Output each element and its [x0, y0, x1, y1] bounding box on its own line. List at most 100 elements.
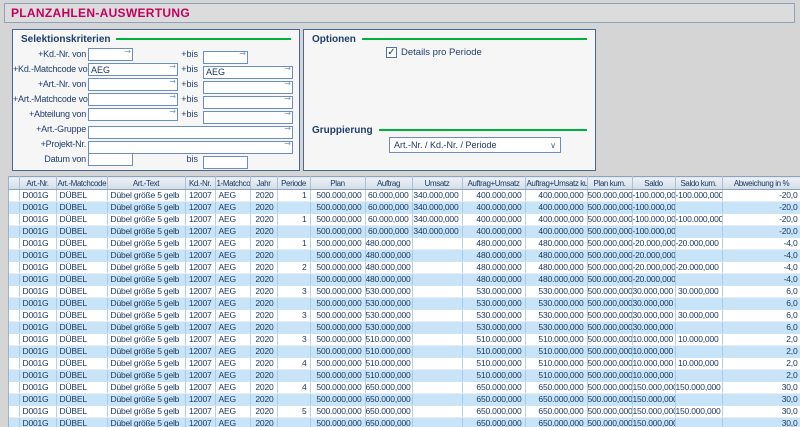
table-cell[interactable]: 650.000,000	[365, 382, 412, 394]
table-cell[interactable]	[412, 394, 462, 406]
table-cell[interactable]: 500.000,000	[587, 202, 632, 214]
table-cell[interactable]: DÜBEL	[56, 226, 107, 238]
table-cell[interactable]: Dübel größe 5 gelb	[107, 226, 185, 238]
table-cell[interactable]: 510.000,000	[525, 358, 587, 370]
table-cell[interactable]: -20.000,000	[632, 250, 675, 262]
table-cell[interactable]	[675, 346, 722, 358]
table-cell[interactable]: -100.000,000	[632, 202, 675, 214]
table-cell[interactable]: 2020	[250, 334, 277, 346]
table-cell[interactable]: AEG	[215, 334, 250, 346]
table-cell[interactable]: -4,0	[722, 274, 800, 286]
table-cell[interactable]: 3	[277, 286, 310, 298]
table-cell[interactable]: 60.000,000	[365, 214, 412, 226]
table-cell[interactable]	[277, 202, 310, 214]
table-cell[interactable]: 500.000,000	[587, 310, 632, 322]
table-cell[interactable]: 500.000,000	[587, 298, 632, 310]
table-cell[interactable]: 480.000,000	[525, 262, 587, 274]
table-cell[interactable]	[675, 274, 722, 286]
table-cell[interactable]: 2020	[250, 346, 277, 358]
row-selector[interactable]	[9, 418, 19, 427]
table-cell[interactable]: 500.000,000	[310, 322, 365, 334]
table-cell[interactable]	[412, 358, 462, 370]
table-cell[interactable]: Dübel größe 5 gelb	[107, 238, 185, 250]
table-cell[interactable]: 10.000,000	[632, 370, 675, 382]
table-cell[interactable]: 340.000,000	[412, 214, 462, 226]
table-cell[interactable]: 500.000,000	[310, 358, 365, 370]
table-cell[interactable]: AEG	[215, 418, 250, 427]
table-cell[interactable]: 12007	[185, 298, 215, 310]
table-cell[interactable]	[277, 418, 310, 427]
table-cell[interactable]: D001G	[19, 322, 56, 334]
table-cell[interactable]	[412, 418, 462, 427]
table-cell[interactable]	[412, 322, 462, 334]
table-cell[interactable]: 12007	[185, 250, 215, 262]
table-cell[interactable]: 510.000,000	[525, 334, 587, 346]
column-header[interactable]: Kd.-Nr.	[185, 177, 215, 190]
table-cell[interactable]: -100.000,000	[632, 226, 675, 238]
table-cell[interactable]: AEG	[215, 190, 250, 202]
table-cell[interactable]: 500.000,000	[310, 286, 365, 298]
table-cell[interactable]: 6,0	[722, 310, 800, 322]
column-header[interactable]: Plan	[310, 177, 365, 190]
table-cell[interactable]: 2020	[250, 370, 277, 382]
table-cell[interactable]: 530.000,000	[462, 310, 525, 322]
table-cell[interactable]: D001G	[19, 298, 56, 310]
table-cell[interactable]	[277, 370, 310, 382]
table-cell[interactable]: 2,0	[722, 346, 800, 358]
table-cell[interactable]: 400.000,000	[525, 190, 587, 202]
table-cell[interactable]: 30,0	[722, 382, 800, 394]
table-cell[interactable]: 650.000,000	[462, 406, 525, 418]
table-cell[interactable]: 480.000,000	[462, 274, 525, 286]
table-cell[interactable]: 12007	[185, 238, 215, 250]
table-cell[interactable]: 500.000,000	[587, 370, 632, 382]
table-cell[interactable]: 500.000,000	[587, 334, 632, 346]
lookup-arrow-icon[interactable]: →	[169, 61, 176, 72]
table-cell[interactable]: DÜBEL	[56, 346, 107, 358]
table-cell[interactable]: 30.000,000	[632, 322, 675, 334]
row-selector[interactable]	[9, 298, 19, 310]
table-cell[interactable]: 12007	[185, 370, 215, 382]
table-cell[interactable]: 60.000,000	[365, 202, 412, 214]
row-selector[interactable]	[9, 346, 19, 358]
row-selector[interactable]	[9, 382, 19, 394]
table-cell[interactable]: 12007	[185, 214, 215, 226]
table-cell[interactable]: 150.000,000	[632, 394, 675, 406]
table-cell[interactable]: 400.000,000	[462, 214, 525, 226]
table-cell[interactable]: 30,0	[722, 394, 800, 406]
table-cell[interactable]: Dübel größe 5 gelb	[107, 286, 185, 298]
table-cell[interactable]: 500.000,000	[587, 262, 632, 274]
row-selector[interactable]	[9, 250, 19, 262]
table-cell[interactable]: DÜBEL	[56, 322, 107, 334]
table-cell[interactable]: 500.000,000	[310, 262, 365, 274]
row-selector[interactable]	[9, 214, 19, 226]
table-cell[interactable]: 480.000,000	[462, 262, 525, 274]
table-cell[interactable]: AEG	[215, 394, 250, 406]
table-cell[interactable]: 400.000,000	[525, 214, 587, 226]
row-selector-header[interactable]	[9, 177, 19, 190]
table-cell[interactable]: DÜBEL	[56, 298, 107, 310]
table-cell[interactable]: 500.000,000	[587, 214, 632, 226]
table-cell[interactable]: 12007	[185, 382, 215, 394]
table-cell[interactable]: D001G	[19, 262, 56, 274]
table-cell[interactable]: Dübel größe 5 gelb	[107, 406, 185, 418]
table-cell[interactable]: Dübel größe 5 gelb	[107, 346, 185, 358]
table-cell[interactable]: 2020	[250, 214, 277, 226]
table-cell[interactable]: -100.000,000	[632, 214, 675, 226]
table-cell[interactable]: D001G	[19, 346, 56, 358]
lookup-arrow-icon[interactable]: →	[169, 106, 176, 117]
table-cell[interactable]: -100.000,000	[675, 214, 722, 226]
table-cell[interactable]: 530.000,000	[462, 286, 525, 298]
table-cell[interactable]: 2020	[250, 406, 277, 418]
table-cell[interactable]: DÜBEL	[56, 334, 107, 346]
column-header[interactable]: Jahr	[250, 177, 277, 190]
table-cell[interactable]: 30.000,000	[675, 310, 722, 322]
column-header[interactable]: Auftrag+Umsatz	[462, 177, 525, 190]
table-cell[interactable]: 510.000,000	[365, 346, 412, 358]
table-cell[interactable]: 510.000,000	[462, 370, 525, 382]
table-cell[interactable]: 650.000,000	[462, 382, 525, 394]
table-cell[interactable]: 2,0	[722, 334, 800, 346]
table-cell[interactable]	[277, 394, 310, 406]
table-cell[interactable]: 480.000,000	[462, 238, 525, 250]
table-cell[interactable]: 2,0	[722, 358, 800, 370]
table-cell[interactable]: 2020	[250, 298, 277, 310]
